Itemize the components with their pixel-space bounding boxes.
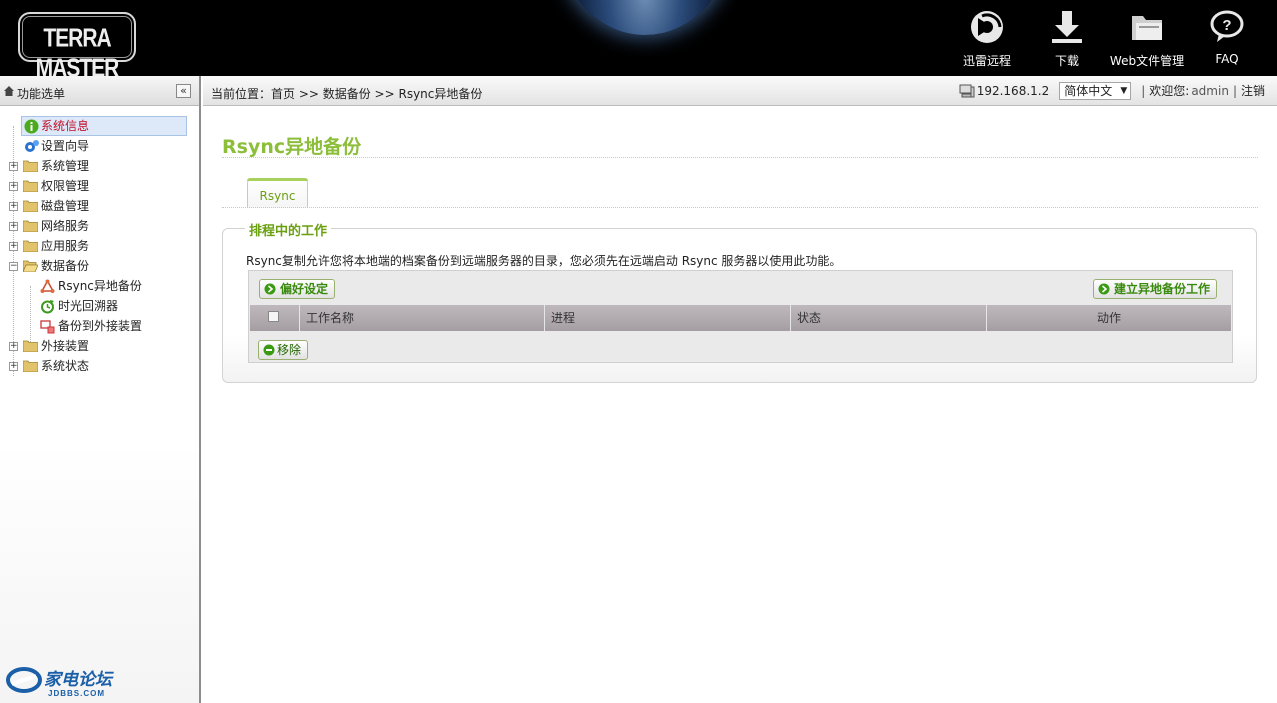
thunder-remote-icon xyxy=(971,11,1003,43)
page-title: Rsync异地备份 xyxy=(222,136,362,158)
breadcrumb: 当前位置：首页 >> 数据备份 >> Rsync异地备份 xyxy=(211,87,483,101)
web-file-manager-button[interactable]: Web文件管理 xyxy=(1105,8,1189,70)
clock-icon xyxy=(41,300,54,314)
menu-tree: 系统信息 设置向导 + 系统管理 + 权限管理 + 磁盘管理 + 网络服务 + … xyxy=(0,116,199,376)
ip-address: 192.168.1.2 xyxy=(976,84,1050,98)
download-button[interactable]: 下载 xyxy=(1043,8,1091,70)
sidebar: 功能选单 « 系统信息 设置向导 + 系统管理 + 权限管理 + 磁盘管理 + … xyxy=(0,76,201,703)
description-text: Rsync复制允许您将本地端的档案备份到远端服务器的目录，您必须先在远端启动 R… xyxy=(246,254,842,268)
expand-icon[interactable]: + xyxy=(9,182,18,191)
remove-button[interactable]: 移除 xyxy=(258,340,309,360)
svg-text:JDBBS.COM: JDBBS.COM xyxy=(48,689,105,698)
info-icon xyxy=(24,119,39,134)
sidebar-item-system-info[interactable]: 系统信息 xyxy=(0,116,199,136)
expand-icon[interactable]: + xyxy=(9,162,18,171)
question-icon: ? xyxy=(1210,10,1244,42)
wizard-gear-icon xyxy=(25,140,39,152)
sidebar-item-external-devices[interactable]: + 外接装置 xyxy=(0,336,199,356)
sidebar-item-rsync-backup[interactable]: Rsync异地备份 xyxy=(0,276,199,296)
expand-icon[interactable]: + xyxy=(9,362,18,371)
sidebar-item-system-management[interactable]: + 系统管理 xyxy=(0,156,199,176)
sidebar-item-system-status[interactable]: + 系统状态 xyxy=(0,356,199,376)
column-status[interactable]: 状态 xyxy=(791,305,987,331)
breadcrumb-bar: 当前位置：首页 >> 数据备份 >> Rsync异地备份 192.168.1.2… xyxy=(203,76,1277,106)
minus-circle-icon xyxy=(263,344,275,356)
table-header: 工作名称 进程 状态 动作 xyxy=(250,305,1231,331)
main-content: 当前位置：首页 >> 数据备份 >> Rsync异地备份 192.168.1.2… xyxy=(203,76,1277,703)
sidebar-header: 功能选单 « xyxy=(0,76,199,106)
expand-icon[interactable]: + xyxy=(9,342,18,351)
tab-rsync[interactable]: Rsync xyxy=(247,178,308,208)
sidebar-item-data-backup[interactable]: − 数据备份 xyxy=(0,256,199,276)
folder-icon xyxy=(23,360,38,372)
folder-icon xyxy=(1132,16,1162,40)
thunder-remote-button[interactable]: 迅雷远程 xyxy=(958,8,1016,70)
svg-text:?: ? xyxy=(1222,17,1231,34)
expand-icon[interactable]: + xyxy=(9,222,18,231)
home-icon xyxy=(4,86,14,96)
sidebar-item-time-machine[interactable]: 时光回溯器 xyxy=(0,296,199,316)
computer-icon xyxy=(959,84,975,98)
sidebar-item-setup-wizard[interactable]: 设置向导 xyxy=(0,136,199,156)
svg-text:家电论坛: 家电论坛 xyxy=(44,670,114,690)
user-area: 192.168.1.2 简体中文 ▼ | 欢迎您: admin | 注销 xyxy=(959,81,1265,101)
folder-icon xyxy=(23,240,38,252)
preferences-button[interactable]: 偏好设定 xyxy=(259,279,336,299)
column-action[interactable]: 动作 xyxy=(987,305,1231,331)
arrow-right-circle-icon xyxy=(264,283,276,295)
globe-graphic xyxy=(560,0,730,35)
jobs-grid: 偏好设定 建立异地备份工作 工作名称 进程 状态 动作 移除 xyxy=(248,270,1233,363)
external-backup-icon xyxy=(40,320,55,334)
rsync-network-icon xyxy=(40,279,55,293)
scheduled-jobs-panel: 排程中的工作 Rsync复制允许您将本地端的档案备份到远端服务器的目录，您必须先… xyxy=(222,220,1257,383)
terramaster-logo: TERRA MASTER xyxy=(18,12,136,76)
column-job-name[interactable]: 工作名称 xyxy=(300,305,545,331)
expand-icon[interactable]: + xyxy=(9,242,18,251)
folder-icon xyxy=(23,220,38,232)
panel-legend: 排程中的工作 xyxy=(245,220,332,239)
arrow-right-circle-icon xyxy=(1098,283,1110,295)
select-all-checkbox[interactable] xyxy=(268,311,279,322)
expand-icon[interactable]: + xyxy=(9,202,18,211)
dropdown-arrow-icon: ▼ xyxy=(1120,86,1128,96)
username: admin xyxy=(1191,84,1229,98)
jdbbs-forum-logo: 家电论坛 JDBBS.COM xyxy=(6,667,114,698)
top-header: TERRA MASTER 迅雷远程 下载 Web文件管理 ? FAQ xyxy=(0,0,1277,76)
welcome-text: 欢迎您: xyxy=(1149,84,1190,98)
sidebar-item-app-services[interactable]: + 应用服务 xyxy=(0,236,199,256)
sidebar-item-permissions[interactable]: + 权限管理 xyxy=(0,176,199,196)
sidebar-title: 功能选单 xyxy=(17,87,66,101)
sidebar-item-disk-management[interactable]: + 磁盘管理 xyxy=(0,196,199,216)
folder-icon xyxy=(23,180,38,192)
open-folder-icon xyxy=(23,260,38,272)
download-icon xyxy=(1052,11,1082,43)
faq-button[interactable]: ? FAQ xyxy=(1205,8,1249,70)
select-all-column xyxy=(250,305,300,331)
collapse-icon[interactable]: − xyxy=(9,262,18,271)
sidebar-item-backup-external[interactable]: 备份到外接装置 xyxy=(0,316,199,336)
create-backup-job-button[interactable]: 建立异地备份工作 xyxy=(1092,279,1217,299)
column-progress[interactable]: 进程 xyxy=(545,305,791,331)
folder-icon xyxy=(23,160,38,172)
logout-link[interactable]: 注销 xyxy=(1241,81,1265,101)
folder-icon xyxy=(23,340,38,352)
folder-icon xyxy=(23,200,38,212)
language-select[interactable]: 简体中文 ▼ xyxy=(1059,82,1132,100)
sidebar-item-network-services[interactable]: + 网络服务 xyxy=(0,216,199,236)
collapse-sidebar-button[interactable]: « xyxy=(176,84,191,98)
